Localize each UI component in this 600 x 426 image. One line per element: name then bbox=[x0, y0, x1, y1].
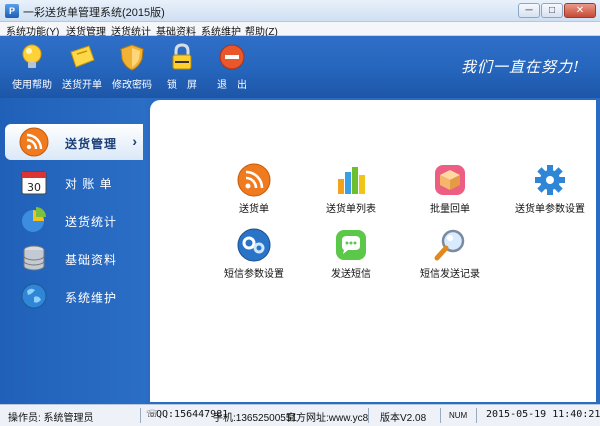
box-icon bbox=[435, 165, 465, 195]
website-status: 官方网址:www.yc8 bbox=[286, 413, 369, 424]
calendar-icon: 30 bbox=[21, 171, 47, 195]
datetime-status: 2015-05-19 11:40:21 bbox=[486, 409, 600, 420]
sms-history-button[interactable]: 短信发送记录 bbox=[405, 228, 495, 284]
chevron-right-icon: › bbox=[132, 133, 137, 149]
app-logo-icon: P bbox=[5, 4, 19, 18]
toolbar: 使用帮助 送货开单 修改密码 锁 屏 退 出 我们一直在努力! bbox=[0, 36, 600, 98]
status-separator bbox=[476, 408, 477, 423]
lock-icon bbox=[172, 43, 192, 70]
main-panel: 送货单 送货单列表 批量回单 送货单参数设置 短信参数设置 发送短信 短信发送记… bbox=[150, 100, 596, 402]
exit-tool-button[interactable]: 退 出 bbox=[208, 40, 256, 94]
delivery-note-button[interactable]: 送货单 bbox=[209, 163, 299, 219]
database-icon bbox=[23, 245, 45, 271]
sidebar-item-label: 系统维护 bbox=[65, 291, 118, 305]
function-label: 批量回单 bbox=[430, 204, 470, 215]
sidebar-item-delivery-management[interactable]: 送货管理 › bbox=[5, 124, 143, 160]
change-password-tool-button[interactable]: 修改密码 bbox=[108, 40, 156, 94]
globe-icon bbox=[21, 283, 47, 309]
menu-bar: 系统功能(Y) 送货管理 送货统计 基础资料 系统维护 帮助(Z) bbox=[0, 22, 600, 38]
chat-icon bbox=[336, 230, 366, 260]
sidebar-item-delivery-statistics[interactable]: 送货统计 bbox=[5, 202, 143, 238]
send-sms-button[interactable]: 发送短信 bbox=[306, 228, 396, 284]
sidebar-item-label: 对 账 单 bbox=[65, 177, 113, 191]
svg-text:30: 30 bbox=[27, 181, 41, 194]
pie-chart-icon bbox=[22, 207, 46, 232]
function-label: 短信参数设置 bbox=[224, 269, 284, 280]
exit-tool-label: 退 出 bbox=[217, 80, 247, 91]
bar-chart-icon bbox=[338, 167, 365, 194]
sms-settings-button[interactable]: 短信参数设置 bbox=[209, 228, 299, 284]
close-button[interactable]: ✕ bbox=[564, 3, 596, 18]
new-delivery-tool-label: 送货开单 bbox=[62, 80, 102, 91]
function-label: 送货单列表 bbox=[326, 204, 376, 215]
phone-status: 手机:13652500551 bbox=[213, 413, 297, 424]
batch-receipt-button[interactable]: 批量回单 bbox=[405, 163, 495, 219]
minimize-button[interactable]: ─ bbox=[518, 3, 540, 18]
shield-icon bbox=[120, 44, 144, 71]
help-tool-button[interactable]: 使用帮助 bbox=[8, 40, 56, 94]
function-label: 送货单 bbox=[239, 204, 269, 215]
num-lock-status: NUM bbox=[449, 411, 468, 420]
gear-icon bbox=[535, 165, 565, 195]
slogan-text: 我们一直在努力! bbox=[460, 58, 580, 76]
magnifier-icon bbox=[434, 229, 465, 261]
title-bar: P 一彩送货单管理系统(2015版) ─ □ ✕ bbox=[0, 0, 600, 22]
version-status: 版本V2.08 bbox=[380, 413, 427, 424]
help-tool-label: 使用帮助 bbox=[12, 80, 52, 91]
rss-icon bbox=[237, 163, 271, 197]
delivery-list-button[interactable]: 送货单列表 bbox=[306, 163, 396, 219]
delivery-settings-button[interactable]: 送货单参数设置 bbox=[505, 163, 595, 219]
status-separator bbox=[140, 408, 141, 423]
sidebar-item-system-maintenance[interactable]: 系统维护 bbox=[5, 278, 143, 314]
gears-icon bbox=[237, 228, 271, 262]
sidebar-item-statement[interactable]: 30 对 账 单 bbox=[5, 164, 143, 200]
sidebar-item-label: 送货统计 bbox=[65, 215, 118, 229]
sidebar-item-basic-data[interactable]: 基础资料 bbox=[5, 240, 143, 276]
new-delivery-tool-button[interactable]: 送货开单 bbox=[58, 40, 106, 94]
lock-screen-tool-button[interactable]: 锁 屏 bbox=[158, 40, 206, 94]
lightbulb-icon bbox=[22, 44, 42, 68]
function-label: 短信发送记录 bbox=[420, 269, 480, 280]
main-panel-frame: 送货单 送货单列表 批量回单 送货单参数设置 短信参数设置 发送短信 短信发送记… bbox=[146, 98, 600, 404]
ticket-icon bbox=[70, 45, 95, 68]
sidebar-item-label: 送货管理 bbox=[65, 137, 118, 151]
operator-status: 操作员: 系统管理员 bbox=[8, 413, 94, 424]
window-title: 一彩送货单管理系统(2015版) bbox=[23, 7, 165, 19]
rss-icon bbox=[19, 127, 49, 157]
sidebar-item-label: 基础资料 bbox=[65, 253, 118, 267]
status-separator bbox=[368, 408, 369, 423]
left-navigation: 送货管理 › 30 对 账 单 送货统计 基础资料 系统维护 bbox=[0, 98, 146, 404]
maximize-button[interactable]: □ bbox=[541, 3, 563, 18]
exit-icon bbox=[219, 44, 245, 70]
status-separator bbox=[440, 408, 441, 423]
change-password-tool-label: 修改密码 bbox=[112, 80, 152, 91]
function-label: 发送短信 bbox=[331, 269, 371, 280]
status-bar: 操作员: 系统管理员 ☏ QQ:156447981 手机:13652500551… bbox=[0, 404, 600, 426]
function-label: 送货单参数设置 bbox=[515, 204, 585, 215]
lock-screen-tool-label: 锁 屏 bbox=[167, 80, 197, 91]
